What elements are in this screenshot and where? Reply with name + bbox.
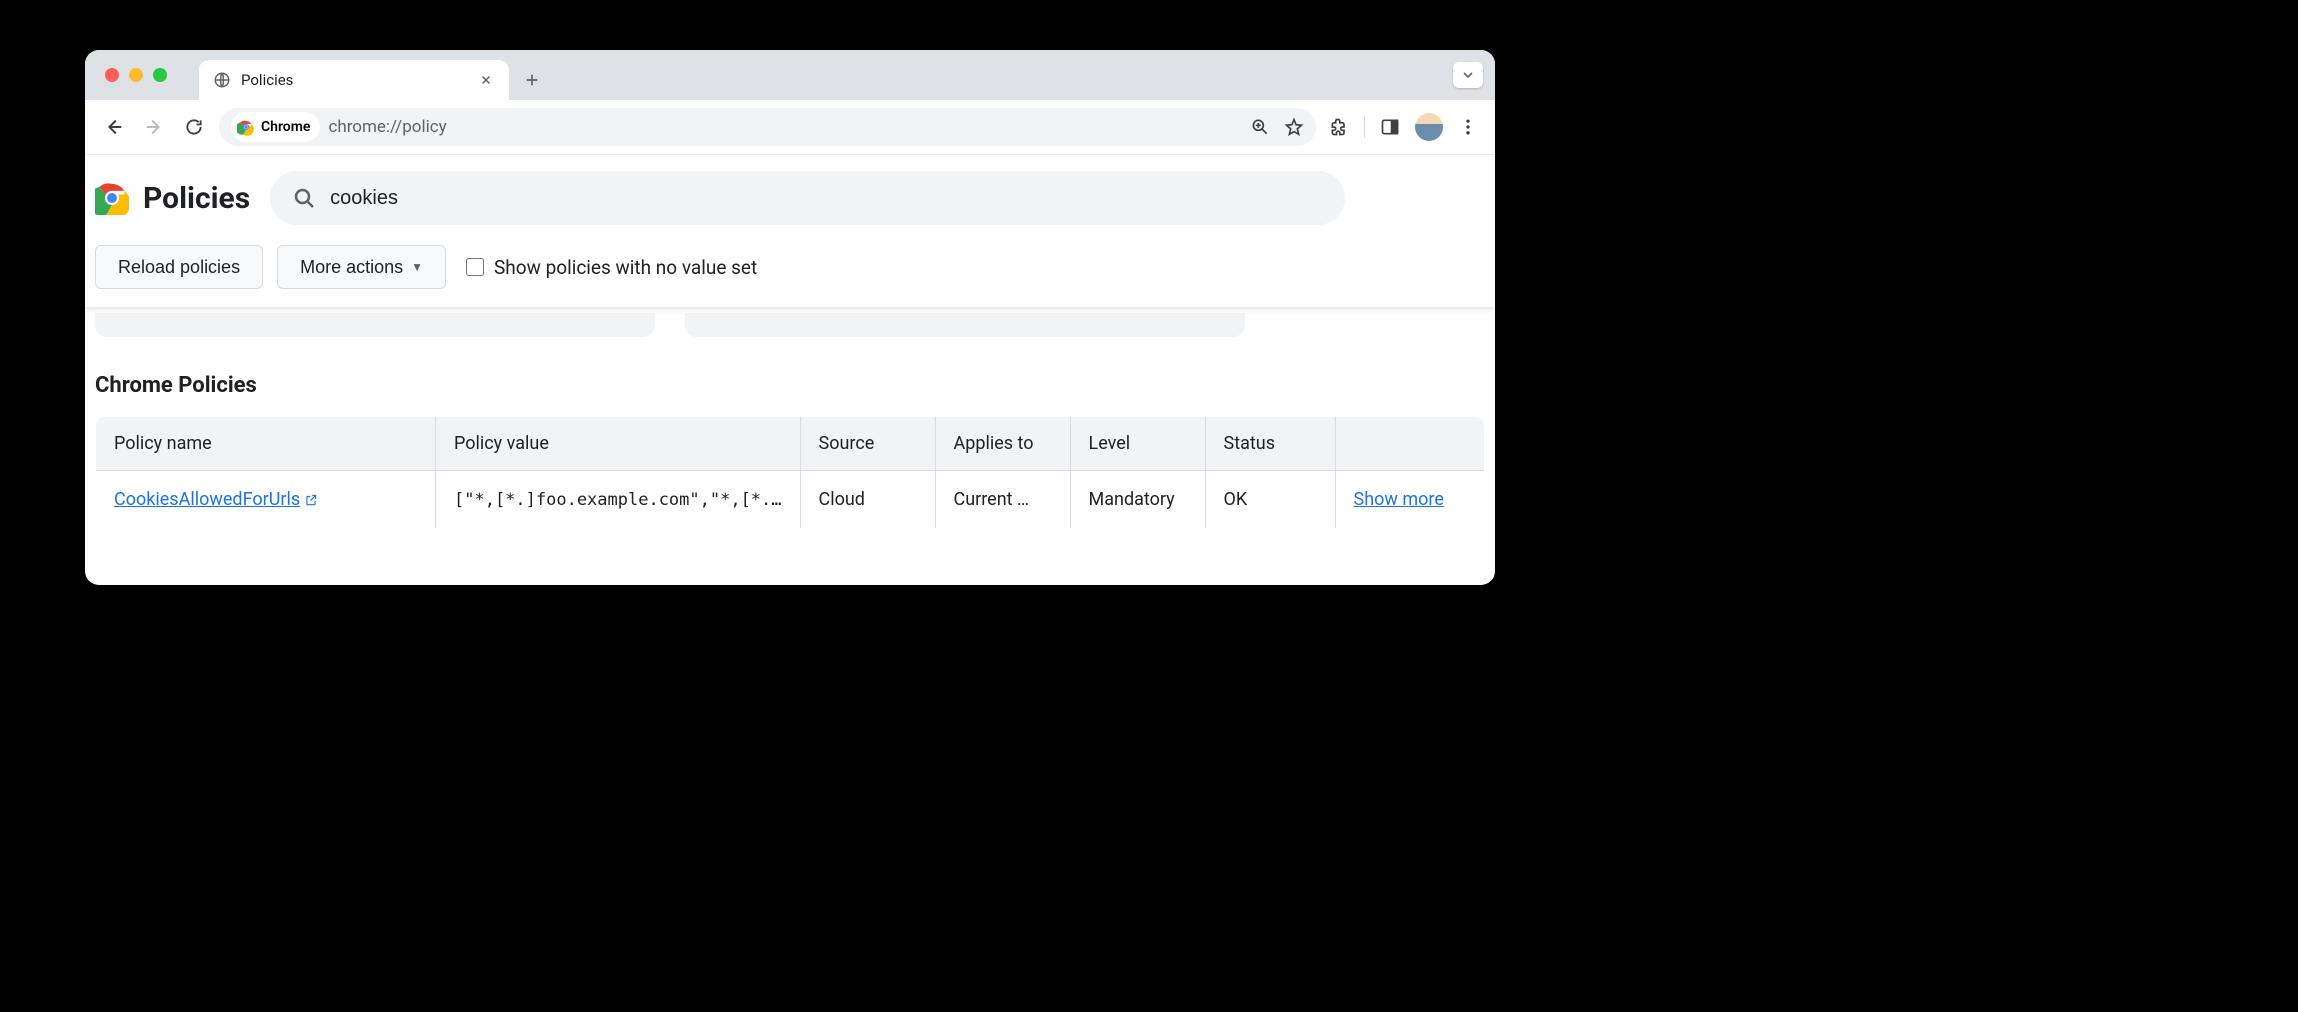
tab-overflow-button[interactable] xyxy=(1453,62,1483,88)
back-button[interactable] xyxy=(99,112,129,142)
site-chip-label: Chrome xyxy=(261,119,310,135)
omnibox[interactable]: Chrome chrome://policy xyxy=(219,108,1316,146)
external-link-icon xyxy=(304,493,318,507)
policy-name-link[interactable]: CookiesAllowedForUrls xyxy=(114,489,318,510)
browser-tab[interactable]: Policies xyxy=(199,60,509,100)
search-icon xyxy=(292,186,316,210)
chevron-down-icon: ▼ xyxy=(411,260,423,274)
toolbar-right xyxy=(1326,113,1481,141)
chrome-logo-icon xyxy=(237,118,255,136)
profile-avatar[interactable] xyxy=(1415,113,1443,141)
toolbar-divider xyxy=(1364,116,1365,138)
policy-status-cell: OK xyxy=(1205,471,1335,529)
col-policy-value: Policy value xyxy=(436,417,801,471)
page-title: Policies xyxy=(143,181,250,216)
section-title: Chrome Policies xyxy=(95,373,1485,398)
col-source: Source xyxy=(800,417,935,471)
status-card xyxy=(95,313,655,337)
show-no-value-checkbox[interactable] xyxy=(466,258,484,276)
status-card xyxy=(685,313,1245,337)
policy-value-cell: ["*,[*.]foo.example.com","*,[*.… xyxy=(436,471,801,529)
browser-window: Policies Chrome ch xyxy=(85,50,1495,585)
browser-toolbar: Chrome chrome://policy xyxy=(85,100,1495,155)
policy-source-cell: Cloud xyxy=(800,471,935,529)
chrome-logo-icon xyxy=(95,181,129,215)
policy-search-input[interactable] xyxy=(330,187,1323,210)
policy-name-text: CookiesAllowedForUrls xyxy=(114,489,300,510)
site-chip[interactable]: Chrome xyxy=(231,112,320,142)
policy-search[interactable] xyxy=(270,171,1345,225)
maximize-window-icon[interactable] xyxy=(153,68,167,82)
col-actions xyxy=(1335,417,1484,471)
show-no-value-toggle[interactable]: Show policies with no value set xyxy=(466,256,757,279)
close-tab-icon[interactable] xyxy=(477,71,495,89)
zoom-icon[interactable] xyxy=(1250,117,1270,137)
side-panel-icon[interactable] xyxy=(1377,114,1403,140)
policy-level-cell: Mandatory xyxy=(1070,471,1205,529)
close-window-icon[interactable] xyxy=(105,68,119,82)
bookmark-icon[interactable] xyxy=(1284,117,1304,137)
new-tab-button[interactable] xyxy=(517,65,547,95)
extensions-icon[interactable] xyxy=(1326,114,1352,140)
forward-button[interactable] xyxy=(139,112,169,142)
tab-title: Policies xyxy=(241,71,467,89)
col-status: Status xyxy=(1205,417,1335,471)
col-level: Level xyxy=(1070,417,1205,471)
window-controls xyxy=(105,68,167,82)
policy-applies-cell: Current … xyxy=(935,471,1070,529)
globe-icon xyxy=(213,71,231,89)
show-more-link[interactable]: Show more xyxy=(1354,489,1444,510)
more-actions-label: More actions xyxy=(300,257,403,278)
minimize-window-icon[interactable] xyxy=(129,68,143,82)
sticky-header: Policies Reload policies More actions ▼ xyxy=(85,155,1495,307)
page-content: Policies Reload policies More actions ▼ xyxy=(85,155,1495,585)
table-row: CookiesAllowedForUrls ["*,[*.]foo.exampl… xyxy=(96,471,1485,529)
policies-table: Policy name Policy value Source Applies … xyxy=(95,416,1485,529)
reload-policies-button[interactable]: Reload policies xyxy=(95,245,263,289)
status-cards-row xyxy=(95,313,1485,337)
tab-strip: Policies xyxy=(85,50,1495,100)
reload-button[interactable] xyxy=(179,112,209,142)
url-text: chrome://policy xyxy=(328,117,446,137)
reload-policies-label: Reload policies xyxy=(118,257,240,278)
show-no-value-label: Show policies with no value set xyxy=(494,256,757,279)
kebab-menu-icon[interactable] xyxy=(1455,114,1481,140)
col-policy-name: Policy name xyxy=(96,417,436,471)
table-header-row: Policy name Policy value Source Applies … xyxy=(96,417,1485,471)
more-actions-button[interactable]: More actions ▼ xyxy=(277,245,446,289)
col-applies: Applies to xyxy=(935,417,1070,471)
omnibox-actions xyxy=(1250,117,1304,137)
